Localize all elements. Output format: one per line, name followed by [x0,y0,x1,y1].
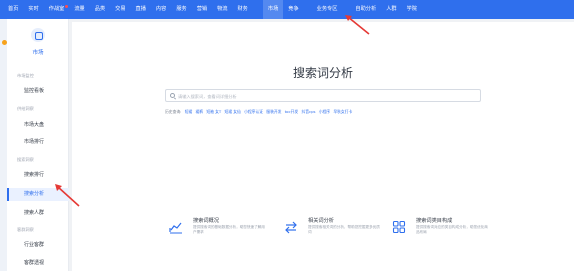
history-tag[interactable]: 抖音cps [301,109,315,114]
search-input[interactable] [178,91,468,101]
search-box[interactable] [165,89,481,102]
history-tag[interactable]: 服装开发 [266,109,281,114]
nav-item-traffic[interactable]: 流量 [69,0,89,19]
sidebar-item-search-crowd[interactable]: 搜索人群 [7,207,69,220]
feature-category-desc: 提供搜索词对应的类目构成分析，助您优化商品布局 [416,225,488,234]
sidebar-group-monitor: 市场监控 [17,73,34,78]
feature-related-card[interactable]: 相关词分析 提供搜索相关词的分析，帮助您挖掘更多优质词 [284,215,380,245]
nav-item-competition[interactable]: 竞争 [283,0,303,19]
history-label: 历史查询: [165,109,182,114]
nav-item-content[interactable]: 内容 [151,0,171,19]
app-window: 首页 实时 作战室 流量 品类 交易 直播 内容 服务 营销 物流 财务 市场 … [0,0,574,271]
history-tag[interactable]: toc开发 [285,109,299,114]
history-tag[interactable]: 短裙 女仙 [224,109,240,114]
nav-item-logistics[interactable]: 物流 [212,0,232,19]
feature-overview-title: 搜索词概况 [193,218,219,224]
nav-item-transaction[interactable]: 交易 [110,0,130,19]
new-badge-dot [65,5,69,8]
sidebar-title: 市场 [32,50,44,56]
nav-item-war-room-label: 作战室 [48,6,65,12]
nav-item-realtime[interactable]: 实时 [23,0,43,19]
main-content: 搜索词分析 历史查询: 短裙 裙裤 短袖 女T 短裙 女仙 小程序认证 服装开发… [72,22,574,271]
history-tags: 历史查询: 短裙 裙裤 短袖 女T 短裙 女仙 小程序认证 服装开发 toc开发… [165,109,495,117]
market-icon [31,28,45,42]
grid-apps-icon [392,220,406,234]
sidebar-item-monitor-board[interactable]: 监控看板 [7,85,69,98]
sidebar-item-market-ranking[interactable]: 市场排行 [7,136,69,149]
nav-item-category[interactable]: 品类 [90,0,110,19]
trend-chart-icon [169,220,183,234]
page-title: 搜索词分析 [292,66,353,80]
nav-item-self-analysis[interactable]: 自助分析 [350,0,381,19]
history-tag[interactable]: 小程序 [319,109,330,114]
search-icon [170,93,175,98]
top-navigation: 首页 实时 作战室 流量 品类 交易 直播 内容 服务 营销 物流 财务 市场 … [0,0,574,19]
nav-item-finance[interactable]: 财务 [232,0,252,19]
sidebar-group-customer: 客群洞察 [17,227,34,232]
sidebar-item-customer-insight[interactable]: 客群透视 [7,257,69,270]
sidebar: 市场 市场监控 监控看板 供给洞察 市场大盘 市场排行 搜索洞察 搜索排行 搜索… [7,19,69,271]
nav-item-market[interactable]: 市场 [262,0,284,19]
sidebar-group-search: 搜索洞察 [17,157,34,162]
nav-item-war-room[interactable]: 作战室 [44,0,70,19]
sidebar-header: 市场 [7,27,69,56]
nav-item-business-zone[interactable]: 业务专区 [312,0,343,19]
nav-item-academy[interactable]: 学院 [402,0,422,19]
swap-arrows-icon [284,220,298,234]
nav-item-marketing[interactable]: 营销 [192,0,212,19]
sidebar-item-search-ranking[interactable]: 搜索排行 [7,169,69,182]
sidebar-item-search-analysis[interactable]: 搜索分析 [7,188,69,201]
sidebar-group-supply: 供给洞察 [17,106,34,111]
history-tag[interactable]: 早秋女打卡 [333,109,352,114]
feature-overview-desc: 提供搜索词的基础数据分析，助您快速了解用户需求 [193,225,265,234]
history-tag[interactable]: 短裙 [185,109,193,114]
feature-category-title: 搜索词类目构成 [416,218,453,224]
feature-category-card[interactable]: 搜索词类目构成 提供搜索词对应的类目构成分析，助您优化商品布局 [392,215,488,245]
feature-related-title: 相关词分析 [308,218,334,224]
history-tag[interactable]: 裙裤 [196,109,204,114]
nav-item-live[interactable]: 直播 [131,0,151,19]
history-tag[interactable]: 短袖 女T [206,109,221,114]
left-icon-strip [0,19,7,271]
feature-overview-card[interactable]: 搜索词概况 提供搜索词的基础数据分析，助您快速了解用户需求 [169,215,265,245]
sidebar-item-market-overview[interactable]: 市场大盘 [7,119,69,132]
sidebar-item-industry-customer[interactable]: 行业客群 [7,239,69,252]
nav-item-crowd[interactable]: 人群 [381,0,401,19]
nav-item-home[interactable]: 首页 [0,0,23,19]
nav-item-service[interactable]: 服务 [171,0,191,19]
history-tag[interactable]: 小程序认证 [244,109,263,114]
feature-related-desc: 提供搜索相关词的分析，帮助您挖掘更多优质词 [308,225,380,234]
